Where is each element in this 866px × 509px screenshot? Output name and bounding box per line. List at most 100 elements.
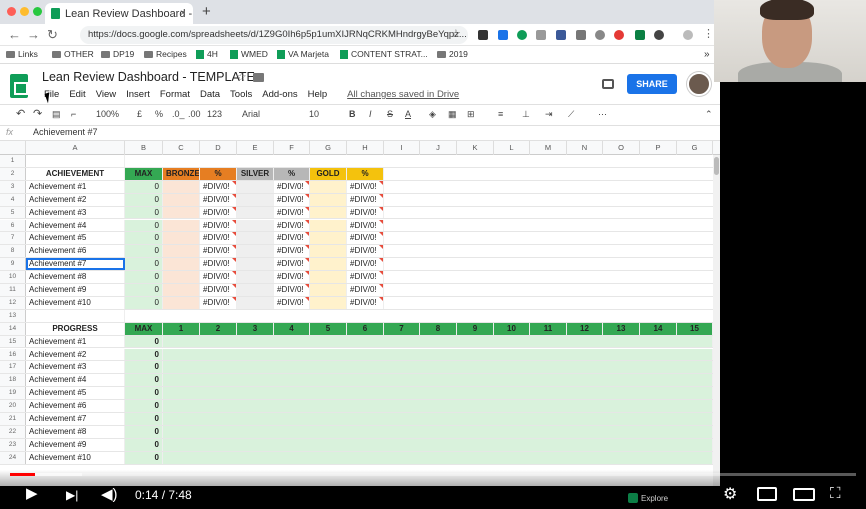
row-header[interactable]: 1	[0, 155, 26, 167]
gold-value[interactable]	[310, 271, 347, 283]
zoom-select[interactable]: 100%	[96, 109, 119, 119]
extension-icon[interactable]	[536, 30, 546, 40]
gold-value[interactable]	[310, 232, 347, 245]
menu-dots-icon[interactable]: ⋮	[703, 27, 714, 40]
silver-percent[interactable]: #DIV/0!	[274, 258, 310, 271]
undo-icon[interactable]: ↶	[16, 107, 25, 120]
bookmark-4h[interactable]: 4H	[196, 49, 218, 59]
max-header[interactable]: MAX	[125, 167, 163, 180]
row-header[interactable]: 13	[0, 309, 26, 322]
progress-achievement-name[interactable]: Achievement #8	[26, 425, 125, 438]
gold-value[interactable]	[310, 296, 347, 309]
progress-achievement-name[interactable]: Achievement #10	[26, 451, 125, 464]
silver-percent[interactable]: #DIV/0!	[274, 232, 310, 245]
menu-view[interactable]: View	[96, 89, 116, 100]
column-header-p[interactable]: P	[640, 141, 677, 155]
bronze-value[interactable]	[163, 296, 200, 309]
paint-format-icon[interactable]: ⌐	[71, 109, 76, 119]
silver-value[interactable]	[237, 193, 274, 206]
account-avatar[interactable]	[687, 72, 711, 96]
progress-step-header[interactable]: 1	[163, 322, 200, 335]
row-header[interactable]: 4	[0, 193, 26, 206]
minimize-window-icon[interactable]	[20, 7, 29, 16]
progress-track[interactable]	[163, 425, 713, 438]
silver-percent[interactable]: #DIV/0!	[274, 180, 310, 193]
new-tab-button[interactable]: +	[202, 3, 211, 20]
gold-percent[interactable]: #DIV/0!	[347, 206, 384, 219]
progress-track[interactable]	[163, 413, 713, 425]
menu-addons[interactable]: Add-ons	[262, 89, 297, 100]
column-header-h[interactable]: H	[347, 141, 384, 155]
progress-track[interactable]	[163, 438, 713, 451]
forward-button[interactable]: →	[27, 27, 40, 42]
settings-gear-icon[interactable]: ⚙	[723, 484, 737, 504]
select-all-corner[interactable]	[0, 141, 26, 155]
achievement-header[interactable]: ACHIEVEMENT	[26, 167, 125, 180]
row-header[interactable]: 23	[0, 438, 26, 451]
bronze-value[interactable]	[163, 271, 200, 283]
bronze-percent-header[interactable]: %	[200, 167, 237, 180]
progress-max-value[interactable]: 0	[125, 438, 163, 451]
gold-value[interactable]	[310, 245, 347, 258]
max-value[interactable]: 0	[125, 193, 163, 206]
progress-max-value[interactable]: 0	[125, 413, 163, 425]
row-header[interactable]: 8	[0, 245, 26, 258]
max-value[interactable]: 0	[125, 206, 163, 219]
max-value[interactable]: 0	[125, 232, 163, 245]
row-header[interactable]: 6	[0, 219, 26, 232]
bookmark-va-marjeta[interactable]: VA Marjeta	[277, 49, 329, 59]
column-header-o[interactable]: O	[603, 141, 640, 155]
redo-icon[interactable]: ↷	[33, 107, 42, 120]
bookmark-wmed[interactable]: WMED	[230, 49, 268, 59]
explore-button[interactable]: Explore	[628, 490, 668, 506]
progress-achievement-name[interactable]: Achievement #2	[26, 348, 125, 361]
row-header[interactable]: 14	[0, 322, 26, 335]
vertical-align-icon[interactable]: ⊥	[522, 109, 530, 120]
row-header[interactable]: 21	[0, 413, 26, 425]
fill-color-icon[interactable]: ◈	[429, 109, 436, 120]
bronze-value[interactable]	[163, 258, 200, 271]
column-header-e[interactable]: E	[237, 141, 274, 155]
extension-icon[interactable]	[556, 30, 566, 40]
progress-max-header[interactable]: MAX	[125, 322, 163, 335]
gold-percent[interactable]: #DIV/0!	[347, 232, 384, 245]
merge-cells-icon[interactable]: ⊞	[467, 109, 475, 120]
silver-value[interactable]	[237, 180, 274, 193]
progress-step-header[interactable]: 7	[384, 322, 420, 335]
column-header-l[interactable]: L	[494, 141, 530, 155]
italic-button[interactable]: I	[369, 109, 372, 119]
progress-max-value[interactable]: 0	[125, 400, 163, 412]
progress-step-header[interactable]: 6	[347, 322, 384, 335]
progress-max-value[interactable]: 0	[125, 361, 163, 374]
max-value[interactable]: 0	[125, 258, 163, 271]
silver-value[interactable]	[237, 284, 274, 296]
bookmark-links[interactable]: Links	[6, 49, 38, 59]
silver-value[interactable]	[237, 258, 274, 271]
silver-percent[interactable]: #DIV/0!	[274, 193, 310, 206]
video-player[interactable]: Lean Review Dashboard - TEMP × + ← → ↻ h…	[0, 0, 866, 509]
gold-percent[interactable]: #DIV/0!	[347, 193, 384, 206]
progress-step-header[interactable]: 5	[310, 322, 347, 335]
progress-track[interactable]	[163, 451, 713, 464]
gold-percent[interactable]: #DIV/0!	[347, 258, 384, 271]
progress-step-header[interactable]: 10	[494, 322, 530, 335]
gold-header[interactable]: GOLD	[310, 167, 347, 180]
row-header[interactable]: 3	[0, 180, 26, 193]
progress-step-header[interactable]: 8	[420, 322, 457, 335]
bronze-percent[interactable]: #DIV/0!	[200, 284, 237, 296]
font-select[interactable]: Arial	[242, 109, 260, 119]
bronze-value[interactable]	[163, 193, 200, 206]
achievement-name[interactable]: Achievement #2	[26, 193, 125, 206]
extension-icon[interactable]	[576, 30, 586, 40]
address-bar[interactable]: https://docs.google.com/spreadsheets/d/1…	[80, 26, 468, 44]
progress-step-header[interactable]: 12	[567, 322, 603, 335]
gold-percent[interactable]: #DIV/0!	[347, 180, 384, 193]
gold-value[interactable]	[310, 258, 347, 271]
row-header[interactable]: 15	[0, 335, 26, 348]
silver-percent[interactable]: #DIV/0!	[274, 219, 310, 232]
bookmark-dp19[interactable]: DP19	[101, 49, 134, 59]
row-header[interactable]: 7	[0, 232, 26, 245]
collapse-menus-icon[interactable]: ⌃	[705, 109, 713, 120]
bookmark-content-strat[interactable]: CONTENT STRAT...	[340, 49, 428, 59]
bookmark-other[interactable]: OTHER	[52, 49, 94, 59]
